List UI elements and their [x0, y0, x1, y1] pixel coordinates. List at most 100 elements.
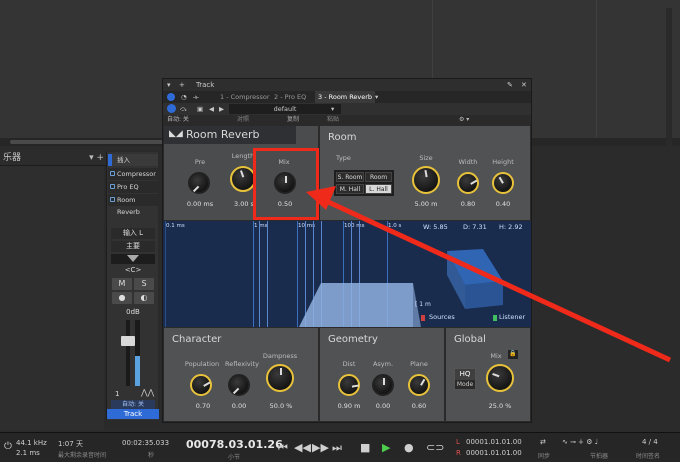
insert-slot-2[interactable]: Pro EQ	[108, 181, 158, 193]
asym-value: 0.00	[375, 402, 391, 410]
tab-dropdown-icon[interactable]: ▾	[375, 91, 378, 103]
go-end-icon[interactable]: ⏭	[332, 441, 342, 455]
stop-icon[interactable]: ■	[360, 441, 370, 454]
channel-name[interactable]: Track	[107, 409, 159, 419]
type-s-room[interactable]: S. Room	[336, 172, 364, 182]
time-signature-sub: 时间签名	[636, 453, 661, 460]
link-icon[interactable]: ⤼	[180, 103, 187, 115]
automation-icon[interactable]: ⋀⋀	[141, 388, 154, 397]
highlight-box	[253, 148, 319, 220]
inserts-label: 插入	[117, 156, 130, 164]
return-zero-icon[interactable]: ⏮	[278, 441, 288, 455]
insert-slot-3[interactable]: Room Reverb	[108, 194, 158, 216]
preset-select[interactable]: default	[229, 104, 341, 114]
close-icon[interactable]: ✕	[521, 79, 527, 91]
instruments-controls[interactable]: ▾ +	[89, 150, 104, 166]
compare-button[interactable]: 对照	[237, 115, 249, 125]
power-icon[interactable]	[167, 93, 175, 101]
power-icon[interactable]	[110, 197, 115, 202]
asym-label: Asym.	[372, 360, 394, 368]
reflexivity-knob[interactable]	[228, 374, 250, 396]
inserts-header[interactable]: 插入	[108, 154, 158, 166]
volume-fader[interactable]	[121, 336, 135, 346]
lock-icon[interactable]: 🔒	[508, 350, 518, 359]
plugin-titlebar[interactable]: ▾ + Track ✎ ✕	[163, 79, 531, 91]
type-l-hall[interactable]: L. Hall	[365, 184, 392, 194]
routing-icon[interactable]: ⟛	[193, 91, 199, 103]
hq-mode-button[interactable]: HQ Mode	[454, 368, 476, 390]
fader-track[interactable]	[126, 320, 130, 386]
mute-button[interactable]: M	[112, 278, 132, 290]
vertical-scrollbar[interactable]	[666, 8, 672, 148]
reverb-visualization[interactable]: 0.1 ms 1 ms 10 ms 100 ms 1.0 s W: 5.85 D…	[163, 221, 531, 327]
position-display[interactable]: 00078.03.01.26	[186, 438, 283, 451]
pan-indicator-icon	[127, 255, 139, 262]
tab-compressor[interactable]: 1 - Compressor	[217, 91, 273, 103]
solo-button[interactable]: S	[134, 278, 154, 290]
global-mix-knob[interactable]	[486, 364, 514, 392]
next-preset-icon[interactable]: ▶	[219, 103, 224, 115]
size-knob[interactable]	[412, 166, 440, 194]
output-select[interactable]: 主要	[111, 241, 155, 252]
precount-icon[interactable]: ∿ ⊸ ∔ ⚙ ♩	[562, 438, 598, 446]
power-icon[interactable]	[110, 184, 115, 189]
width-stat: W: 5.85	[423, 223, 448, 231]
instrument-list	[0, 166, 104, 430]
save-icon[interactable]: ▣	[197, 103, 203, 115]
time-signature[interactable]: 4 / 4	[642, 438, 658, 446]
population-value: 0.70	[195, 402, 211, 410]
enable-icon[interactable]	[167, 104, 176, 113]
pre-knob[interactable]	[188, 172, 210, 194]
menu-icon[interactable]: ▾	[167, 79, 171, 91]
type-room[interactable]: Room	[365, 172, 392, 182]
input-select[interactable]: 输入 L	[111, 228, 155, 239]
loop-right-label: R	[456, 449, 461, 457]
copy-button[interactable]: 复制	[287, 115, 299, 125]
add-icon[interactable]: +	[179, 79, 185, 91]
character-panel: Character Population 0.70 Reflexivity 0.…	[163, 327, 319, 422]
fast-forward-icon[interactable]: ▶▶	[312, 441, 329, 454]
character-title: Character	[172, 334, 222, 345]
pan-slider[interactable]	[111, 254, 155, 264]
preset-dropdown-icon[interactable]: ▾	[331, 103, 334, 115]
dampness-knob[interactable]	[266, 364, 294, 392]
listener-swatch	[493, 315, 497, 321]
metronome-label: 节拍器	[590, 453, 609, 460]
bypass-icon[interactable]: ◔	[181, 91, 187, 103]
population-knob[interactable]	[190, 374, 212, 396]
prev-preset-icon[interactable]: ◀	[209, 103, 214, 115]
type-m-hall[interactable]: M. Hall	[336, 184, 364, 194]
sample-rate: 44.1 kHz	[16, 439, 47, 447]
insert-slot-1[interactable]: Compressor	[108, 168, 158, 180]
paste-button[interactable]: 粘贴	[327, 115, 339, 125]
automation-mode[interactable]: 自动: 关	[111, 400, 155, 409]
time-display[interactable]: 00:02:35.033	[122, 439, 169, 447]
geometry-title: Geometry	[328, 334, 378, 345]
power-icon[interactable]	[110, 171, 115, 176]
loop-icon[interactable]: ⊂⊃	[426, 441, 444, 454]
listener-label: Listener	[499, 313, 526, 321]
loop-right[interactable]: 00001.01.01.00	[466, 449, 522, 457]
settings-icon[interactable]: ⚙ ▾	[459, 115, 469, 125]
scale-label: [ 1 m	[415, 301, 431, 308]
pin-icon[interactable]: ✎	[507, 79, 513, 91]
level-meter	[135, 320, 140, 386]
plane-knob[interactable]	[408, 374, 430, 396]
monitor-button[interactable]: ◐	[134, 292, 154, 304]
loop-left[interactable]: 00001.01.01.00	[466, 438, 522, 446]
height-knob[interactable]	[492, 172, 514, 194]
play-icon[interactable]: ▶	[382, 441, 390, 454]
time-unit: 秒	[148, 452, 155, 459]
sync-icon[interactable]: ⇄	[540, 438, 546, 446]
record-button[interactable]: ●	[112, 292, 132, 304]
auto-mode[interactable]: 自动: 关	[167, 115, 189, 125]
reflexivity-label: Reflexivity	[225, 360, 259, 368]
tab-room-reverb[interactable]: 3 - Room Reverb	[315, 91, 376, 103]
dist-knob[interactable]	[338, 374, 360, 396]
rewind-icon[interactable]: ◀◀	[294, 441, 311, 454]
record-icon[interactable]: ●	[404, 441, 414, 454]
asym-knob[interactable]	[372, 374, 394, 396]
width-knob[interactable]	[457, 172, 479, 194]
tab-pro-eq[interactable]: 2 - Pro EQ	[271, 91, 309, 103]
performance-icon[interactable]: ⏻	[4, 441, 12, 452]
